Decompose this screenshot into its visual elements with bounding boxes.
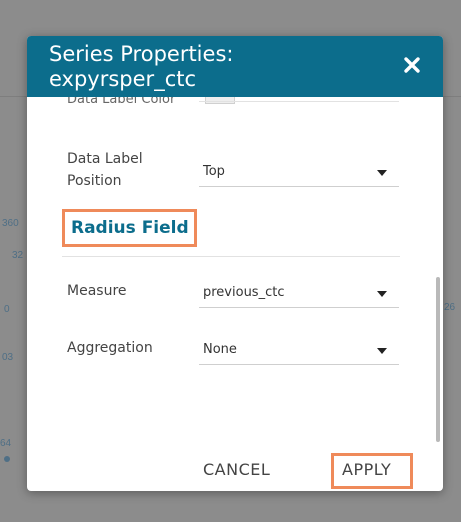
section-divider: [62, 256, 400, 257]
aggregation-select[interactable]: None: [199, 336, 399, 365]
data-label-position-value: Top: [203, 164, 225, 179]
field-underline: [199, 101, 399, 102]
background-value: 32: [12, 250, 24, 261]
chevron-down-icon: [377, 348, 387, 354]
close-button[interactable]: [403, 56, 421, 74]
data-label-color-label: Data Label Color: [67, 97, 176, 107]
aggregation-label: Aggregation: [67, 340, 153, 356]
apply-button[interactable]: APPLY: [342, 460, 391, 479]
measure-value: previous_ctc: [203, 285, 285, 300]
aggregation-value: None: [203, 342, 237, 357]
data-label-position-label: Data Label Position: [67, 151, 143, 189]
measure-select[interactable]: previous_ctc: [199, 279, 399, 308]
dialog-header: Series Properties: expyrsper_ctc: [27, 36, 443, 97]
background-value: 03: [2, 352, 14, 363]
scrollbar[interactable]: [436, 277, 440, 442]
cancel-button[interactable]: CANCEL: [203, 460, 270, 479]
data-label-position-select[interactable]: Top: [199, 158, 399, 187]
radius-field-section-title: Radius Field: [71, 218, 189, 238]
series-properties-dialog: Series Properties: expyrsper_ctc Data La…: [27, 36, 443, 491]
background-value: 360: [2, 218, 19, 229]
measure-label: Measure: [67, 283, 127, 299]
background-value: 0: [4, 304, 10, 315]
close-icon: [404, 57, 420, 73]
background-data-point: [4, 456, 10, 462]
background-value: 26: [444, 302, 456, 313]
dialog-title: Series Properties: expyrsper_ctc: [49, 42, 234, 91]
chevron-down-icon: [377, 291, 387, 297]
chevron-down-icon: [377, 170, 387, 176]
background-value: 64: [0, 438, 12, 449]
dialog-body: Data Label Color Data Label Position Top…: [27, 97, 443, 491]
